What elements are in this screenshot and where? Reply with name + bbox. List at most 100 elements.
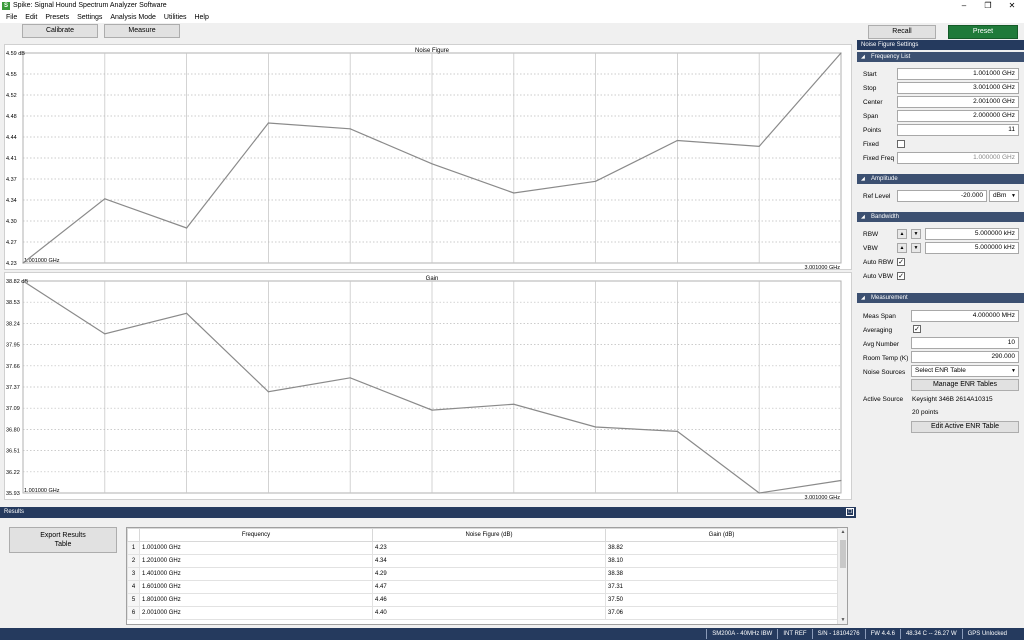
noise-figure-cell: 4.47: [372, 580, 606, 594]
scroll-thumb[interactable]: [840, 540, 846, 568]
menu-help[interactable]: Help: [194, 14, 208, 21]
panel-title: Noise Figure Settings: [857, 40, 1024, 50]
y-tick-label: 4.23: [6, 261, 17, 267]
frequency-cell: 1.601000 GHz: [139, 580, 373, 594]
table-row[interactable]: 4 1.601000 GHz 4.47 37.31: [127, 580, 838, 594]
y-tick-label: 4.27: [6, 240, 17, 246]
y-tick-label: 37.95: [6, 343, 20, 349]
scroll-down-icon[interactable]: ▼: [838, 617, 847, 623]
y-tick-label: 36.80: [6, 427, 20, 433]
table-row[interactable]: 6 2.001000 GHz 4.40 37.06: [127, 606, 838, 620]
rbw-up-button[interactable]: ▲: [897, 229, 907, 239]
y-tick-label: 37.09: [6, 406, 20, 412]
gain-cell: 38.82: [605, 541, 838, 555]
fixed-label: Fixed: [863, 141, 879, 148]
table-row[interactable]: 5 1.801000 GHz 4.46 37.50: [127, 593, 838, 607]
y-tick-label: 4.44: [6, 135, 17, 141]
fixed-checkbox[interactable]: [897, 140, 905, 148]
averaging-checkbox[interactable]: ✓: [913, 325, 921, 333]
room-temp-label: Room Temp (K): [863, 355, 909, 362]
menu-settings[interactable]: Settings: [77, 14, 102, 21]
stop-label: Stop: [863, 85, 877, 92]
undock-icon[interactable]: ❐: [846, 508, 854, 516]
menu-utilities[interactable]: Utilities: [164, 14, 187, 21]
data-point: [676, 139, 679, 142]
data-point: [840, 479, 842, 482]
edit-active-enr-table-button[interactable]: Edit Active ENR Table: [911, 421, 1019, 433]
restore-icon[interactable]: ❐: [976, 0, 1000, 11]
export-results-button[interactable]: Export Results Table: [9, 527, 117, 553]
ref-level-unit: dBm: [993, 192, 1007, 199]
y-tick-label: 35.93: [6, 491, 20, 497]
preset-button[interactable]: Preset: [948, 25, 1018, 39]
row-number: 4: [127, 580, 140, 594]
section-bandwidth[interactable]: Bandwidth: [857, 212, 1024, 222]
menu-presets[interactable]: Presets: [45, 14, 69, 21]
ref-level-input[interactable]: -20.000: [897, 190, 987, 202]
data-point: [349, 377, 351, 379]
minimize-icon[interactable]: –: [952, 0, 976, 11]
data-point: [104, 198, 106, 200]
table-row[interactable]: 1 1.001000 GHz 4.23 38.82: [127, 541, 838, 555]
recall-button[interactable]: Recall: [868, 25, 936, 39]
start-input[interactable]: 1.001000 GHz: [897, 68, 1019, 80]
results-header: Results ❐: [0, 507, 856, 518]
measure-button[interactable]: Measure: [104, 24, 180, 38]
fixed-freq-input[interactable]: 1.000000 GHz: [897, 152, 1019, 164]
data-point: [186, 227, 188, 229]
vbw-up-button[interactable]: ▲: [897, 243, 907, 253]
menu-edit[interactable]: Edit: [25, 14, 37, 21]
points-input[interactable]: 11: [897, 124, 1019, 136]
ref-level-unit-select[interactable]: dBm ▼: [989, 190, 1019, 202]
results-panel: Export Results Table Frequency Noise Fig…: [0, 518, 856, 628]
stop-input[interactable]: 3.001000 GHz: [897, 82, 1019, 94]
y-tick-label: 4.48: [6, 114, 17, 120]
noise-figure-chart: Noise Figure 4.59 dB 4.55 4.52 4.48 4.44 4.41 4…: [4, 44, 852, 271]
frequency-cell: 1.801000 GHz: [139, 593, 373, 607]
center-input[interactable]: 2.001000 GHz: [897, 96, 1019, 108]
window-controls: – ❐ ✕: [952, 0, 1024, 11]
y-tick-label: 4.41: [6, 156, 17, 162]
auto-vbw-checkbox[interactable]: ✓: [897, 272, 905, 280]
calibrate-button[interactable]: Calibrate: [22, 24, 98, 38]
row-number: 2: [127, 554, 140, 568]
vbw-down-button[interactable]: ▼: [911, 243, 921, 253]
span-input[interactable]: 2.000000 GHz: [897, 110, 1019, 122]
table-scrollbar[interactable]: ▲ ▼: [837, 528, 847, 624]
table-row[interactable]: 3 1.401000 GHz 4.29 38.38: [127, 567, 838, 581]
span-label: Span: [863, 113, 879, 120]
room-temp-input[interactable]: 290.000: [911, 351, 1019, 363]
y-tick-label: 36.51: [6, 449, 20, 455]
noise-figure-column-header[interactable]: Noise Figure (dB): [372, 528, 606, 542]
rbw-down-button[interactable]: ▼: [911, 229, 921, 239]
status-gps: GPS Unlocked: [961, 629, 1012, 639]
noise-sources-select[interactable]: Select ENR Table ▼: [911, 365, 1019, 377]
noise-figure-cell: 4.23: [372, 541, 606, 555]
frequency-column-header[interactable]: Frequency: [139, 528, 373, 542]
y-tick-label: 37.66: [6, 364, 20, 370]
section-frequency-list[interactable]: Frequency List: [857, 52, 1024, 62]
gain-column-header[interactable]: Gain (dB): [605, 528, 838, 542]
status-reference: INT REF: [777, 629, 811, 639]
meas-span-input[interactable]: 4.000000 MHz: [911, 310, 1019, 322]
menu-analysis-mode[interactable]: Analysis Mode: [110, 14, 156, 21]
vbw-input[interactable]: 5.000000 kHz: [925, 242, 1019, 254]
auto-vbw-label: Auto VBW: [863, 273, 893, 280]
y-tick-label: 4.37: [6, 177, 17, 183]
status-temperature-power: 48.34 C -- 26.27 W: [899, 629, 962, 639]
rbw-input[interactable]: 5.000000 kHz: [925, 228, 1019, 240]
y-tick-label: 38.24: [6, 321, 20, 327]
x-start-label: 1.001000 GHz: [24, 258, 60, 264]
manage-enr-tables-button[interactable]: Manage ENR Tables: [911, 379, 1019, 391]
menu-file[interactable]: File: [6, 14, 17, 21]
close-icon[interactable]: ✕: [1000, 0, 1024, 11]
avg-number-input[interactable]: 10: [911, 337, 1019, 349]
data-point: [758, 492, 760, 494]
chart-title: Gain: [426, 276, 439, 282]
table-row[interactable]: 2 1.201000 GHz 4.34 38.10: [127, 554, 838, 568]
scroll-up-icon[interactable]: ▲: [838, 529, 847, 535]
section-measurement[interactable]: Measurement: [857, 293, 1024, 303]
section-amplitude[interactable]: Amplitude: [857, 174, 1024, 184]
auto-rbw-checkbox[interactable]: ✓: [897, 258, 905, 266]
data-point: [431, 409, 433, 411]
